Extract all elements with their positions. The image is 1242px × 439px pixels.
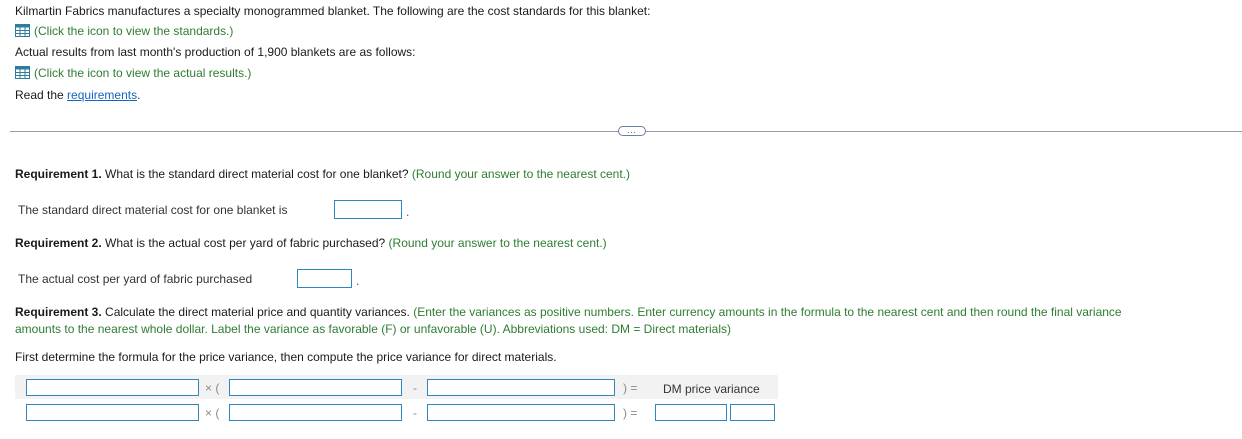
dm-price-variance-amount-input[interactable] bbox=[655, 404, 727, 421]
actual-results-link[interactable]: (Click the icon to view the actual resul… bbox=[34, 66, 251, 80]
req1-answer-suffix: . bbox=[406, 205, 410, 219]
requirements-link[interactable]: requirements bbox=[67, 88, 137, 102]
close-paren-equals: ) = bbox=[623, 381, 638, 395]
actual-cost-per-yard-input[interactable] bbox=[297, 269, 352, 288]
req2-heading: Requirement 2. What is the actual cost p… bbox=[15, 236, 607, 250]
minus-sign: - bbox=[413, 406, 417, 420]
intro-text-2: Actual results from last month's product… bbox=[15, 45, 416, 59]
req2-question: What is the actual cost per yard of fabr… bbox=[105, 236, 386, 250]
req1-title: Requirement 1. bbox=[15, 167, 102, 181]
standards-link-row[interactable]: (Click the icon to view the standards.) bbox=[15, 24, 233, 38]
req3-instruction: First determine the formula for the pric… bbox=[15, 350, 557, 364]
actual-link-row[interactable]: (Click the icon to view the actual resul… bbox=[15, 66, 251, 80]
standards-link[interactable]: (Click the icon to view the standards.) bbox=[34, 24, 233, 38]
req3-question: Calculate the direct material price and … bbox=[105, 305, 410, 319]
intro-text-1: Kilmartin Fabrics manufactures a special… bbox=[15, 4, 651, 18]
expand-button[interactable]: … bbox=[618, 126, 646, 136]
price-formula-term-3-input[interactable] bbox=[427, 379, 615, 396]
dm-price-variance-label: DM price variance bbox=[663, 382, 760, 396]
price-computation-term-3-input[interactable] bbox=[427, 404, 615, 421]
req2-answer-suffix: . bbox=[356, 274, 360, 288]
req1-hint: (Round your answer to the nearest cent.) bbox=[411, 167, 631, 181]
standard-dm-cost-input[interactable] bbox=[334, 200, 402, 219]
close-paren-equals: ) = bbox=[623, 406, 638, 420]
price-formula-term-2-input[interactable] bbox=[229, 379, 402, 396]
req1-answer-label: The standard direct material cost for on… bbox=[18, 203, 288, 217]
times-open-paren: × ( bbox=[205, 381, 220, 395]
price-formula-term-1-input[interactable] bbox=[26, 379, 199, 396]
req3-title: Requirement 3. bbox=[15, 305, 102, 319]
req3-hint-2: amounts to the nearest whole dollar. Lab… bbox=[15, 322, 732, 336]
req3-hint-1: (Enter the variances as positive numbers… bbox=[413, 305, 1122, 319]
req1-heading: Requirement 1. What is the standard dire… bbox=[15, 167, 630, 181]
read-requirements-row: Read the requirements. bbox=[15, 88, 140, 102]
read-prefix: Read the bbox=[15, 88, 68, 102]
price-computation-term-2-input[interactable] bbox=[229, 404, 402, 421]
price-computation-term-1-input[interactable] bbox=[26, 404, 199, 421]
req1-question: What is the standard direct material cos… bbox=[105, 167, 409, 181]
req3-heading: Requirement 3. Calculate the direct mate… bbox=[15, 305, 1122, 319]
req2-hint: (Round your answer to the nearest cent.) bbox=[388, 236, 607, 250]
minus-sign: - bbox=[413, 381, 417, 395]
read-suffix: . bbox=[137, 88, 141, 102]
table-icon[interactable] bbox=[15, 66, 30, 79]
dm-price-variance-label-input[interactable] bbox=[730, 404, 775, 421]
req2-title: Requirement 2. bbox=[15, 236, 102, 250]
times-open-paren: × ( bbox=[205, 406, 220, 420]
req2-answer-label: The actual cost per yard of fabric purch… bbox=[18, 272, 253, 286]
table-icon[interactable] bbox=[15, 24, 30, 37]
